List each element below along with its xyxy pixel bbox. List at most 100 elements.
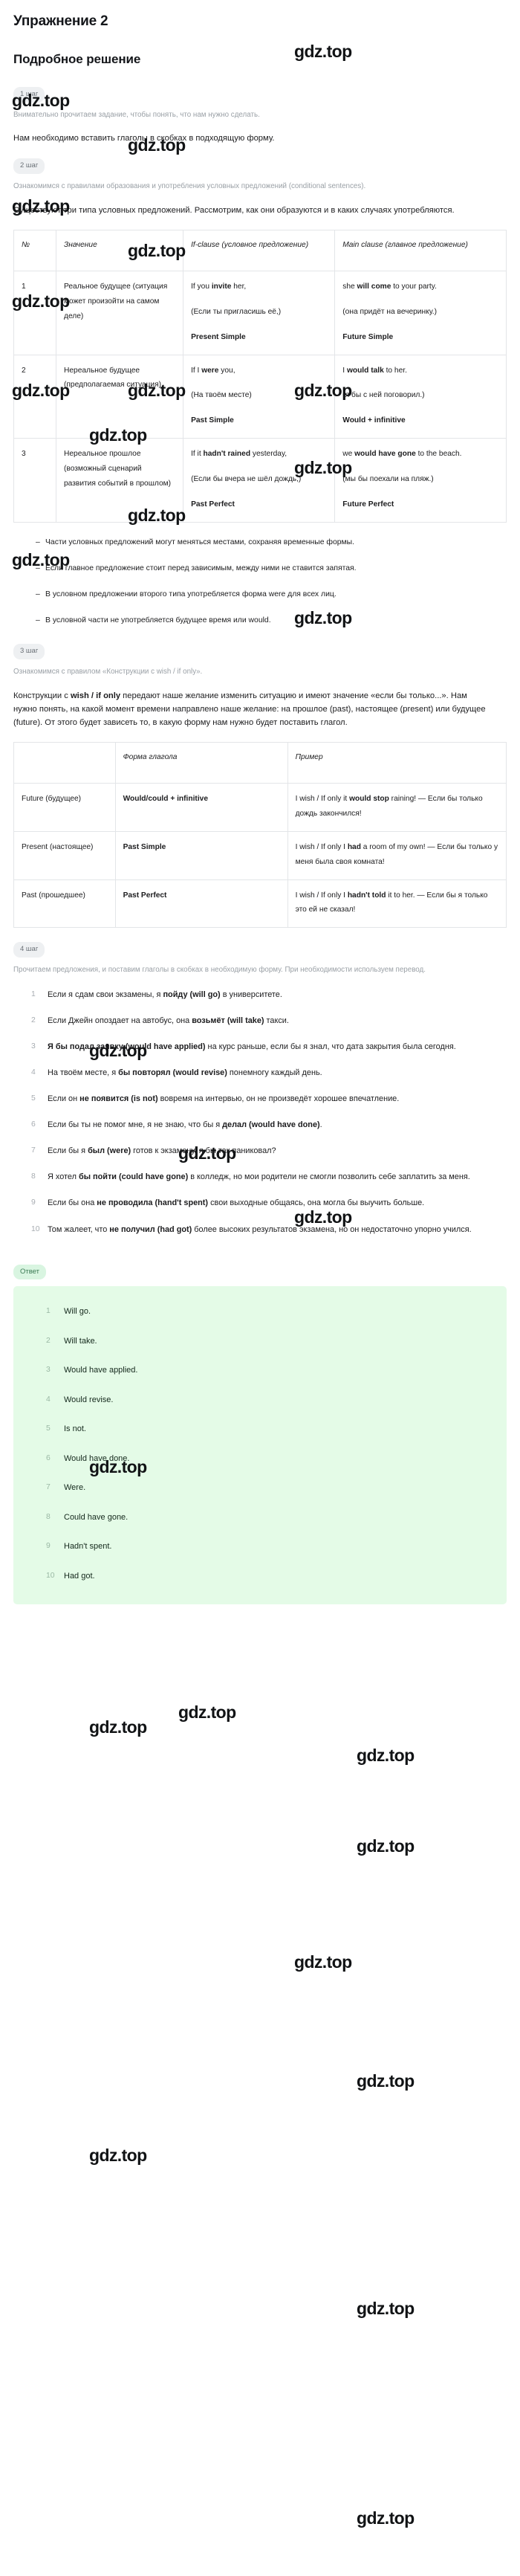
list-item: Would revise. <box>46 1394 114 1405</box>
if-clause-text-pre: If it <box>191 450 204 459</box>
table-row: 2 Нереальное будущее (предполагаемая сит… <box>13 354 507 439</box>
table-header-row: № Значение If-clause (условное предложен… <box>13 229 507 271</box>
task-answer: бы повторял (would revise) <box>118 1068 227 1077</box>
task-text-pre: Если Джейн опоздает на автобус, она <box>48 1016 192 1025</box>
list-item: Is not. <box>46 1423 86 1434</box>
task-text-pre: Если я сдам свои экзамены, я <box>48 990 163 999</box>
task-text-pre: Если бы ты не помог мне, я не знаю, что … <box>48 1120 223 1130</box>
row-verb-form: Past Simple <box>114 830 288 880</box>
conditionals-table: № Значение If-clause (условное предложен… <box>13 229 507 523</box>
answer-block: Will go. Will take. Would have applied. … <box>13 1286 507 1605</box>
row-verb-form: Would/could + infinitive <box>114 782 288 832</box>
if-clause-text-post: her, <box>231 282 247 291</box>
watermark: gdz.top <box>294 1952 352 1972</box>
task-text-pre: Том жалеет, что <box>48 1224 110 1234</box>
task-text-post: в университете. <box>220 990 282 999</box>
row-main-clause: we would have gone to the beach. (мы бы … <box>334 438 507 523</box>
main-clause-text-post: to your party. <box>391 282 437 291</box>
step-2-intro-line2: образуются и в каких случаях употребляют… <box>276 205 455 215</box>
if-clause-verb: hadn't rained <box>203 450 251 459</box>
task-text-post: свои выходные общаясь, она могла бы выуч… <box>208 1198 425 1208</box>
verb-form-value: Past Simple <box>123 842 166 851</box>
watermark: gdz.top <box>89 2146 147 2165</box>
task-text-pre: Если бы она <box>48 1198 97 1208</box>
row-index: 3 <box>13 438 57 523</box>
step-badge-4: 4 шаг <box>13 942 45 958</box>
row-example: I wish / If only it would stop raining! … <box>287 782 507 832</box>
task-text-post: более высоких результатов экзамена, но о… <box>192 1224 472 1234</box>
task-text-pre: Если он <box>48 1094 80 1104</box>
step-2-note: Ознакомимся с правилами образования и уп… <box>13 181 366 190</box>
solution-page: gdz.top gdz.top gdz.top gdz.top gdz.top … <box>0 0 520 2528</box>
watermark: gdz.top <box>357 2071 415 2091</box>
row-index: 2 <box>13 354 57 439</box>
task-answer: Я бы подал заявку (would have applied) <box>48 1042 206 1051</box>
task-answer: бы пойти (could have gone) <box>78 1172 189 1182</box>
if-clause-text-post: yesterday, <box>250 450 287 459</box>
step-2-intro: Существуют три типа условных предложений… <box>13 204 493 218</box>
step-1-note: Внимательно прочитаем задание, чтобы пон… <box>13 110 260 119</box>
example-pre: I wish / If only I <box>295 842 348 851</box>
verb-form-value: Would/could + infinitive <box>123 794 208 803</box>
if-clause-verb: were <box>201 366 219 375</box>
answer-list: Will go. Will take. Would have applied. … <box>28 1305 492 1582</box>
if-clause-translation: (Если бы вчера не шёл дождь,) <box>191 475 302 484</box>
task-text-pre: Я хотел <box>48 1172 79 1182</box>
list-item: Если главное предложение стоит перед зав… <box>36 562 481 575</box>
solution-heading: Подробное решение <box>13 52 141 66</box>
watermark: gdz.top <box>89 1717 147 1737</box>
row-time: Present (настоящее) <box>13 830 116 880</box>
task-text-post: на курс раньше, если бы я знал, что дата… <box>205 1042 456 1051</box>
table-row: Past (прошедшее) Past Perfect I wish / I… <box>13 879 507 929</box>
task-text-post: вовремя на интервью, он не произведёт хо… <box>157 1094 400 1104</box>
list-item: Would have applied. <box>46 1364 138 1375</box>
list-item: Если я сдам свои экзамены, я пойду (will… <box>13 988 495 1001</box>
step-2-intro-line1: Существуют три типа условных предложений… <box>13 205 275 215</box>
row-main-clause: I would talk to her. (я бы с ней поговор… <box>334 354 507 439</box>
row-time: Future (будущее) <box>13 782 116 832</box>
task-list: Если я сдам свои экзамены, я пойду (will… <box>13 988 507 1236</box>
main-clause-translation: (она придёт на вечеринку.) <box>342 307 437 316</box>
table-row: 3 Нереальное прошлое (возможный сценарий… <box>13 438 507 523</box>
col-header-verb-form: Форма глагола <box>114 741 288 784</box>
main-clause-text-pre: we <box>342 450 355 459</box>
row-example: I wish / If only I hadn't told it to her… <box>287 879 507 929</box>
col-header-index: № <box>13 229 57 271</box>
list-item: Will take. <box>46 1335 97 1346</box>
list-item: Если Джейн опоздает на автобус, она возь… <box>13 1014 495 1027</box>
row-if-clause: If it hadn't rained yesterday, (Если бы … <box>183 438 336 523</box>
row-example: I wish / If only I had a room of my own!… <box>287 830 507 880</box>
list-item: В условной части не употребляется будуще… <box>36 614 481 627</box>
answer-badge: Ответ <box>13 1264 46 1280</box>
example-verb: had <box>347 842 361 851</box>
col-header-example: Пример <box>287 741 507 784</box>
list-item: Если бы я был (were) готов к экзамену, я… <box>13 1144 495 1158</box>
list-item: Could have gone. <box>46 1511 129 1523</box>
list-item: Если бы ты не помог мне, я не знаю, что … <box>13 1118 495 1132</box>
task-text-pre: Если бы я <box>48 1146 88 1156</box>
row-meaning: Нереальное прошлое (возможный сценарий р… <box>56 438 184 523</box>
row-if-clause: If you invite her, (Если ты пригласишь е… <box>183 270 336 355</box>
if-clause-tense: Present Simple <box>191 332 246 341</box>
if-clause-tense: Past Perfect <box>191 500 235 509</box>
step-3-paragraph: Конструкции с wish / if only передают на… <box>13 690 493 730</box>
if-clause-tense: Past Simple <box>191 416 234 425</box>
col-header-main-clause: Main clause (главное предложение) <box>334 229 507 271</box>
task-text-post: понемногу каждый день. <box>227 1068 322 1077</box>
row-index: 1 <box>13 270 57 355</box>
wish-intro-pre: Конструкции с <box>13 691 71 700</box>
if-clause-text-post: you, <box>218 366 235 375</box>
main-clause-text-post: to her. <box>383 366 407 375</box>
example-pre: I wish / If only it <box>295 794 350 803</box>
main-clause-text-post: to the beach. <box>415 450 462 459</box>
conditionals-notes-list: Части условных предложений могут менятьс… <box>13 536 507 627</box>
main-clause-tense: Future Simple <box>342 332 394 341</box>
main-clause-tense: Future Perfect <box>342 500 394 509</box>
list-item: В условном предложении второго типа упот… <box>36 588 481 601</box>
main-clause-translation: (мы бы поехали на пляж.) <box>342 475 434 484</box>
col-header-meaning: Значение <box>56 229 184 271</box>
main-clause-verb: would have gone <box>354 450 416 459</box>
if-clause-text-pre: If you <box>191 282 212 291</box>
table-row: 1 Реальное будущее (ситуация может произ… <box>13 270 507 355</box>
list-item: На твоём месте, я бы повторял (would rev… <box>13 1066 495 1079</box>
